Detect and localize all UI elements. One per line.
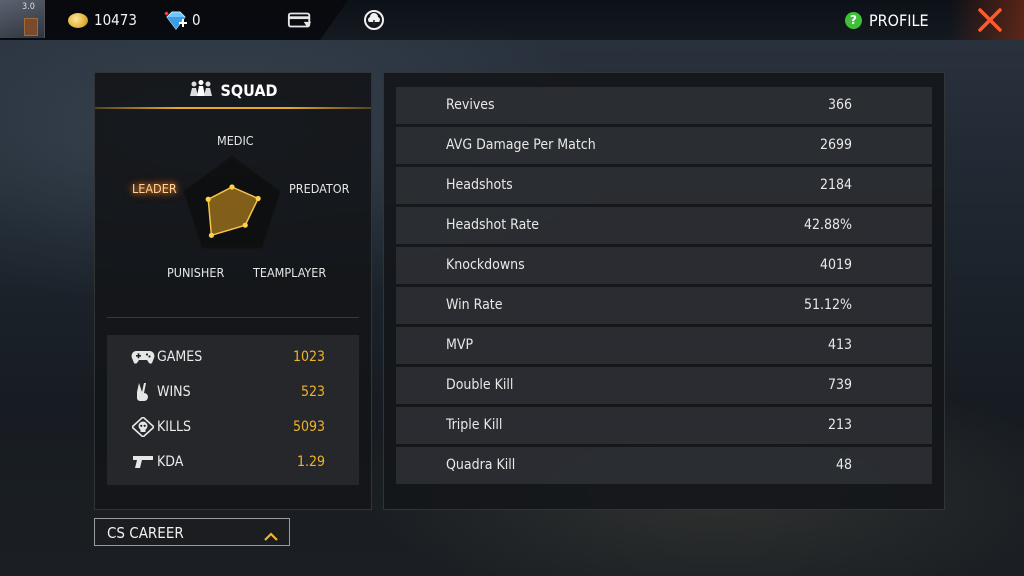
stat-value: 51.12% [803,297,852,313]
stat-label: Double Kill [446,377,514,393]
stat-value: 739 [827,377,852,393]
avatar-level: 3.0 [22,2,35,12]
career-dropdown-label: CS CAREER [107,524,184,542]
mode-tab-squad[interactable]: SQUAD [95,73,371,107]
diamond-balance[interactable]: 0 [164,8,201,32]
summary-label: WINS [157,384,191,400]
detailed-stats-panel: Revives 366 AVG Damage Per Match 2699 He… [383,72,945,510]
summary-row-games: GAMES 1023 [107,342,359,372]
radar-value-point [255,195,261,202]
close-icon[interactable] [977,7,1003,33]
victory-hand-icon [131,382,155,402]
avatar[interactable]: 3.0 [0,0,45,38]
summary-row-wins: WINS 523 [107,377,359,407]
radar-label-punisher: PUNISHER [167,265,225,280]
stat-row: Revives 366 [396,87,932,124]
stat-label: Revives [446,97,495,113]
mode-title: SQUAD [220,80,278,100]
stat-row: Double Kill 739 [396,367,932,404]
stat-label: Knockdowns [446,257,525,273]
coin-count: 10473 [94,11,137,29]
stat-value: 413 [827,337,852,353]
pistol-icon [131,452,155,472]
stat-label: AVG Damage Per Match [446,137,596,153]
stat-value: 2184 [819,177,852,193]
summary-label: KDA [157,454,184,470]
coin-balance[interactable]: 10473 [68,8,137,32]
radar-label-medic: MEDIC [217,133,254,148]
stat-row: MVP 413 [396,327,932,364]
summary-label: KILLS [157,419,191,435]
stat-row: Knockdowns 4019 [396,247,932,284]
stat-row: Quadra Kill 48 [396,447,932,484]
stat-label: Win Rate [446,297,503,313]
top-bar: 3.0 10473 0 ? PROFILE [0,0,1024,40]
mode-summary-panel: SQUAD MEDIC PREDATOR TEAMPLAYER PUNISHER… [94,72,372,510]
chevron-up-icon [263,527,279,546]
stat-value: 4019 [819,257,852,273]
help-icon: ? [845,11,862,29]
avatar-door-icon [24,18,38,36]
summary-row-kda: KDA 1.29 [107,447,359,477]
summary-value: 523 [300,384,325,400]
cloud-download-icon[interactable] [361,8,387,32]
summary-row-kills: KILLS 5093 [107,412,359,442]
stat-row: Headshots 2184 [396,167,932,204]
radar-label-leader: LEADER [132,181,177,196]
stat-label: Headshots [446,177,513,193]
summary-label: GAMES [157,349,203,365]
stat-row: Headshot Rate 42.88% [396,207,932,244]
stat-row: AVG Damage Per Match 2699 [396,127,932,164]
profile-button[interactable]: ? PROFILE [845,9,929,31]
stat-row: Triple Kill 213 [396,407,932,444]
diamond-icon [164,11,187,30]
gamepad-icon [131,347,155,367]
radar-value-point [205,196,211,202]
summary-value: 1023 [292,349,325,365]
summary-value: 5093 [292,419,325,435]
skull-icon [131,417,155,437]
squad-icon [189,79,213,101]
stat-value: 366 [827,97,852,113]
career-dropdown[interactable]: CS CAREER [94,518,290,546]
playstyle-radar: MEDIC PREDATOR TEAMPLAYER PUNISHER LEADE… [95,109,371,317]
stat-value: 213 [827,417,852,433]
diamond-count: 0 [192,11,201,29]
stat-label: MVP [446,337,474,353]
stat-label: Quadra Kill [446,457,516,473]
summary-value: 1.29 [296,454,325,470]
stat-label: Triple Kill [446,417,503,433]
radar-value-point [242,222,248,228]
stat-value: 48 [835,457,852,473]
radar-value-point [229,184,235,190]
profile-label: PROFILE [869,10,929,30]
wallet-icon[interactable] [287,8,313,32]
radar-label-predator: PREDATOR [289,181,350,196]
radar-label-teamplayer: TEAMPLAYER [253,265,327,280]
stat-label: Headshot Rate [446,217,539,233]
radar-value-point [208,232,215,238]
stat-value: 42.88% [803,217,852,233]
panel-divider [107,317,359,318]
stat-row: Win Rate 51.12% [396,287,932,324]
coin-icon [68,12,88,28]
stat-value: 2699 [819,137,852,153]
summary-stats: GAMES 1023 WINS 523 KILLS 5093 KDA 1.29 [107,335,359,485]
